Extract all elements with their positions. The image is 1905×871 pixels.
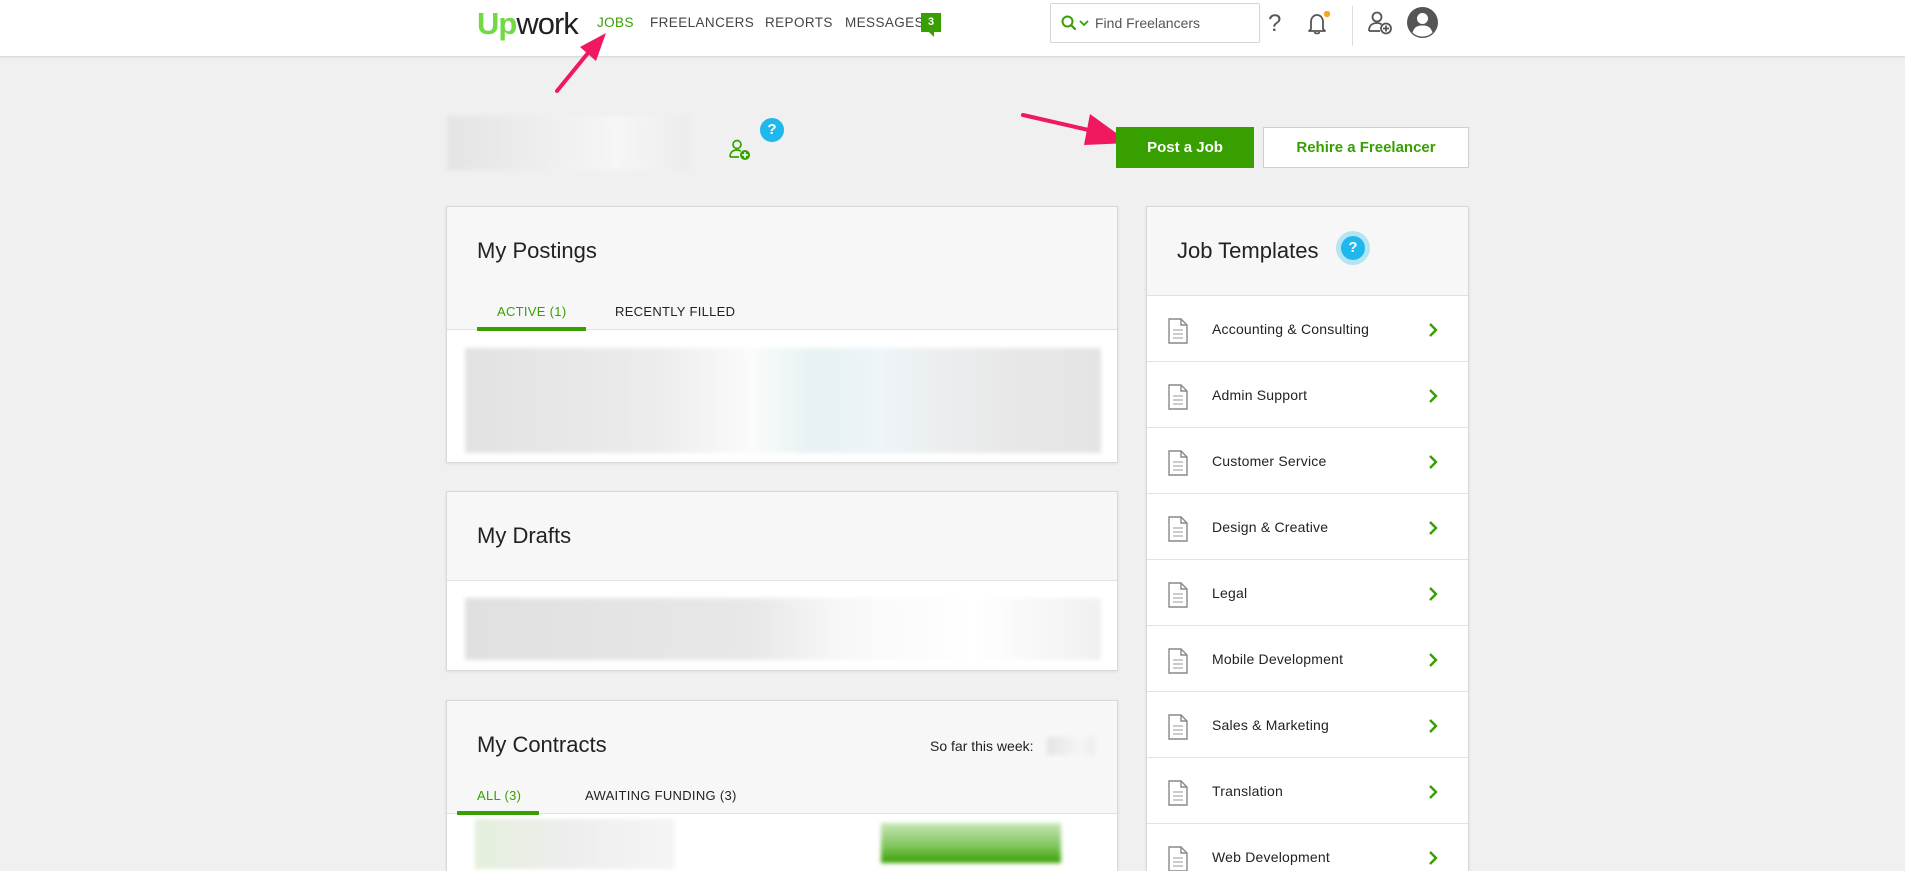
- my-drafts-card: My Drafts: [446, 491, 1118, 671]
- document-icon: [1167, 714, 1189, 745]
- chevron-right-icon: [1428, 718, 1438, 739]
- rehire-freelancer-button[interactable]: Rehire a Freelancer: [1263, 127, 1469, 168]
- my-contracts-card: My Contracts So far this week: ALL (3) A…: [446, 700, 1118, 871]
- so-far-this-week-label: So far this week:: [930, 738, 1034, 754]
- chevron-right-icon: [1428, 652, 1438, 673]
- document-icon: [1167, 384, 1189, 415]
- weekly-amount-blurred: [1047, 737, 1095, 755]
- template-item-customer-service[interactable]: Customer Service: [1147, 428, 1468, 494]
- account-avatar-icon[interactable]: [1406, 6, 1439, 44]
- document-icon: [1167, 318, 1189, 349]
- job-templates-list: Accounting & Consulting Admin Support Cu…: [1147, 296, 1468, 871]
- add-user-icon[interactable]: [1367, 10, 1393, 41]
- job-templates-title: Job Templates: [1177, 238, 1319, 263]
- template-item-mobile-development[interactable]: Mobile Development: [1147, 626, 1468, 692]
- chevron-right-icon: [1428, 322, 1438, 343]
- template-item-translation[interactable]: Translation: [1147, 758, 1468, 824]
- templates-help-icon[interactable]: ?: [1341, 236, 1365, 260]
- post-job-button[interactable]: Post a Job: [1116, 127, 1254, 168]
- search-icon[interactable]: [1060, 14, 1090, 39]
- my-postings-card: My Postings ACTIVE (1) RECENTLY FILLED: [446, 206, 1118, 463]
- my-postings-title: My Postings: [477, 238, 597, 263]
- tab-recently-filled[interactable]: RECENTLY FILLED: [605, 304, 735, 327]
- template-label: Accounting & Consulting: [1212, 321, 1370, 337]
- tab-active-postings[interactable]: ACTIVE (1): [477, 304, 587, 331]
- draft-row-blurred[interactable]: [465, 598, 1101, 660]
- job-templates-card: Job Templates ? Accounting & Consulting …: [1146, 206, 1469, 871]
- document-icon: [1167, 846, 1189, 871]
- template-item-legal[interactable]: Legal: [1147, 560, 1468, 626]
- document-icon: [1167, 450, 1189, 481]
- template-item-admin-support[interactable]: Admin Support: [1147, 362, 1468, 428]
- my-postings-header: My Postings ACTIVE (1) RECENTLY FILLED: [447, 207, 1117, 331]
- template-label: Legal: [1212, 585, 1248, 601]
- chevron-right-icon: [1428, 454, 1438, 475]
- job-templates-header: Job Templates ?: [1147, 207, 1468, 296]
- my-drafts-title: My Drafts: [477, 523, 572, 548]
- document-icon: [1167, 780, 1189, 811]
- template-item-web-development[interactable]: Web Development: [1147, 824, 1468, 871]
- contract-status-blurred: [881, 823, 1061, 863]
- template-label: Sales & Marketing: [1212, 717, 1330, 733]
- header-divider: [1352, 6, 1353, 46]
- my-drafts-header: My Drafts: [447, 492, 1117, 581]
- posting-row-blurred[interactable]: [465, 348, 1101, 453]
- document-icon: [1167, 516, 1189, 547]
- template-label: Translation: [1212, 783, 1283, 799]
- nav-freelancers[interactable]: FREELANCERS: [650, 15, 754, 30]
- template-label: Mobile Development: [1212, 651, 1344, 667]
- template-label: Web Development: [1212, 849, 1330, 865]
- chevron-right-icon: [1428, 850, 1438, 871]
- notification-bell-icon[interactable]: [1306, 10, 1332, 40]
- help-icon[interactable]: ?: [1268, 10, 1281, 38]
- template-item-sales-marketing[interactable]: Sales & Marketing: [1147, 692, 1468, 758]
- chevron-right-icon: [1428, 388, 1438, 409]
- document-icon: [1167, 648, 1189, 679]
- company-name-blurred: [447, 116, 690, 170]
- my-contracts-header: My Contracts So far this week: ALL (3) A…: [447, 701, 1117, 815]
- top-navigation-bar: Upwork JOBS FREELANCERS REPORTS MESSAGES…: [0, 0, 1905, 57]
- template-label: Design & Creative: [1212, 519, 1329, 535]
- nav-messages[interactable]: MESSAGES: [845, 15, 924, 30]
- tab-all-contracts[interactable]: ALL (3): [457, 788, 540, 815]
- template-item-design-creative[interactable]: Design & Creative: [1147, 494, 1468, 560]
- search-input[interactable]: [1095, 13, 1245, 33]
- tab-awaiting-funding[interactable]: AWAITING FUNDING (3): [565, 788, 737, 811]
- nav-reports[interactable]: REPORTS: [765, 15, 833, 30]
- annotation-arrow-jobs: [555, 33, 606, 93]
- contract-row-blurred[interactable]: [475, 819, 675, 869]
- search-freelancers-box[interactable]: [1050, 3, 1260, 43]
- messages-count-badge: 3: [921, 13, 941, 37]
- chevron-right-icon: [1428, 784, 1438, 805]
- document-icon: [1167, 582, 1189, 613]
- template-item-accounting-consulting[interactable]: Accounting & Consulting: [1147, 296, 1468, 362]
- logo-up-text: Up: [477, 6, 517, 41]
- help-question-icon[interactable]: ?: [760, 118, 784, 142]
- template-label: Customer Service: [1212, 453, 1327, 469]
- chevron-right-icon: [1428, 586, 1438, 607]
- add-team-member-icon[interactable]: [728, 138, 752, 167]
- my-contracts-title: My Contracts: [477, 732, 607, 757]
- chevron-right-icon: [1428, 520, 1438, 541]
- template-label: Admin Support: [1212, 387, 1308, 403]
